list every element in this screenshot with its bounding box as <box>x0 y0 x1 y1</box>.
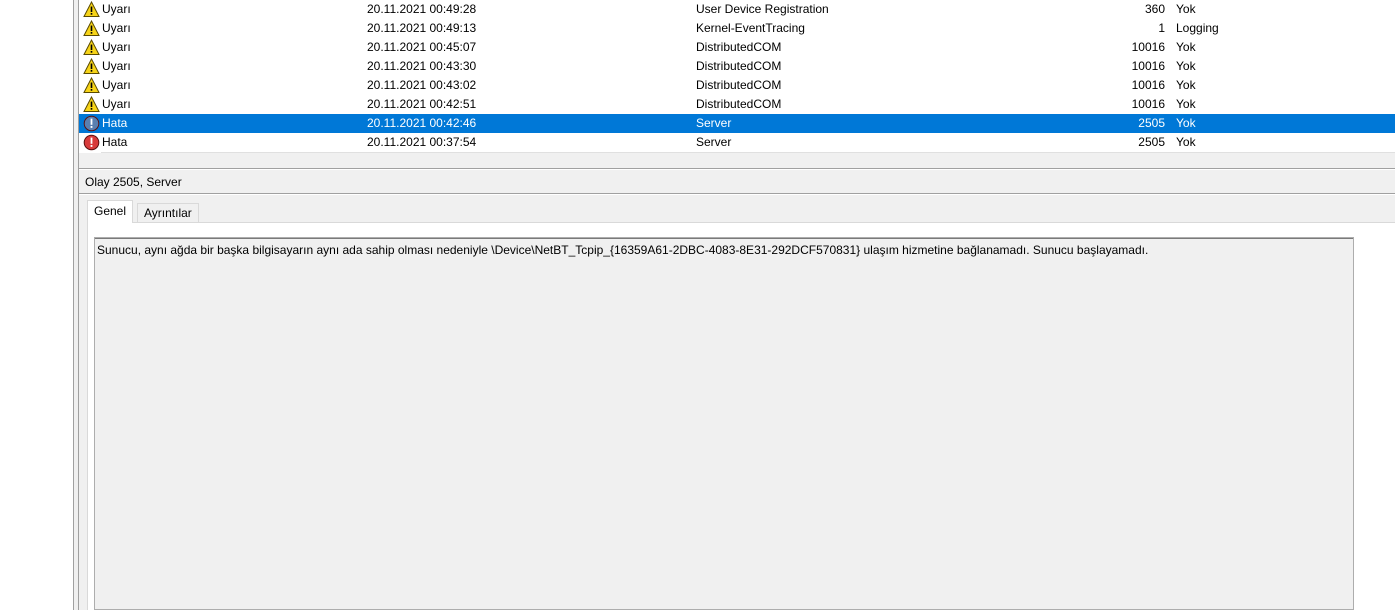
event-id: 2505 <box>1138 135 1165 149</box>
event-row[interactable]: Uyarı 20.11.2021 00:49:28 User Device Regi… <box>79 0 1395 19</box>
warning-icon <box>83 20 100 37</box>
event-level: Hata <box>102 135 128 149</box>
warning-icon <box>83 96 100 113</box>
event-level: Hata <box>102 116 128 130</box>
tab-details[interactable]: Ayrıntılar <box>137 203 199 223</box>
event-date: 20.11.2021 00:43:30 <box>367 59 477 73</box>
event-row[interactable]: Uyarı 20.11.2021 00:49:13 Kernel-EventTrac… <box>79 19 1395 38</box>
event-viewer-window: Uyarı 20.11.2021 00:49:28 User Device Regi… <box>0 0 1395 610</box>
event-date: 20.11.2021 00:42:51 <box>367 97 477 111</box>
warning-icon <box>83 1 100 18</box>
event-level: Uyarı <box>102 2 131 16</box>
event-source: DistributedCOM <box>696 59 782 73</box>
event-task-category: Yok <box>1176 97 1196 111</box>
navigation-pane <box>0 0 73 610</box>
event-level: Uyarı <box>102 40 131 54</box>
event-row[interactable]: Uyarı 20.11.2021 00:43:30 DistributedCOM 10… <box>79 57 1395 76</box>
event-level: Uyarı <box>102 59 131 73</box>
title-separator <box>79 194 1395 195</box>
event-task-category: Yok <box>1176 135 1196 149</box>
event-date: 20.11.2021 00:49:13 <box>367 21 477 35</box>
event-source: User Device Registration <box>696 2 829 16</box>
horizontal-splitter[interactable] <box>79 153 1395 168</box>
event-task-category: Yok <box>1176 40 1196 54</box>
event-task-category: Yok <box>1176 116 1196 130</box>
event-row[interactable]: Uyarı 20.11.2021 00:45:07 DistributedCOM 10… <box>79 38 1395 57</box>
event-source: DistributedCOM <box>696 97 782 111</box>
event-id: 10016 <box>1131 40 1165 54</box>
event-id: 10016 <box>1131 97 1165 111</box>
event-details-title: Olay 2505, Server <box>85 175 182 189</box>
event-message-box[interactable]: Sunucu, aynı ağda bir başka bilgisayarın… <box>94 237 1354 610</box>
event-source: Kernel-EventTracing <box>696 21 805 35</box>
event-source: DistributedCOM <box>696 78 782 92</box>
event-date: 20.11.2021 00:49:28 <box>367 2 477 16</box>
event-date: 20.11.2021 00:37:54 <box>367 135 477 149</box>
message-box-border <box>95 238 1353 239</box>
event-task-category: Yok <box>1176 59 1196 73</box>
error-icon <box>83 115 100 132</box>
event-level: Uyarı <box>102 97 131 111</box>
event-date: 20.11.2021 00:43:02 <box>367 78 477 92</box>
event-task-category: Logging <box>1176 21 1219 35</box>
error-icon <box>83 134 100 151</box>
event-id: 2505 <box>1138 116 1165 130</box>
warning-icon <box>83 77 100 94</box>
event-task-category: Yok <box>1176 78 1196 92</box>
event-message-text: Sunucu, aynı ağda bir başka bilgisayarın… <box>97 243 1149 257</box>
event-source: Server <box>696 116 732 130</box>
event-id: 360 <box>1144 2 1165 16</box>
event-id: 10016 <box>1131 59 1165 73</box>
event-date: 20.11.2021 00:45:07 <box>367 40 477 54</box>
tab-general[interactable]: Genel <box>87 200 134 223</box>
event-level: Uyarı <box>102 78 131 92</box>
warning-icon <box>83 58 100 75</box>
events-list[interactable]: Uyarı 20.11.2021 00:49:28 User Device Regi… <box>79 0 1395 152</box>
event-row[interactable]: Uyarı 20.11.2021 00:43:02 DistributedCOM 10… <box>79 76 1395 95</box>
event-row[interactable]: Hata 20.11.2021 00:42:46 Server 2505 Yok <box>79 114 1395 133</box>
event-id: 10016 <box>1131 78 1165 92</box>
event-source: Server <box>696 135 732 149</box>
event-row[interactable]: Hata 20.11.2021 00:37:54 Server 2505 Yok <box>79 133 1395 152</box>
event-details-pane: Olay 2505, Server Genel Ayrıntılar Sunuc… <box>79 170 1395 610</box>
event-date: 20.11.2021 00:42:46 <box>367 116 477 130</box>
warning-icon <box>83 39 100 56</box>
event-level: Uyarı <box>102 21 131 35</box>
event-row[interactable]: Uyarı 20.11.2021 00:42:51 DistributedCOM 10… <box>79 95 1395 114</box>
event-source: DistributedCOM <box>696 40 782 54</box>
event-id: 1 <box>1158 21 1165 35</box>
event-task-category: Yok <box>1176 2 1196 16</box>
